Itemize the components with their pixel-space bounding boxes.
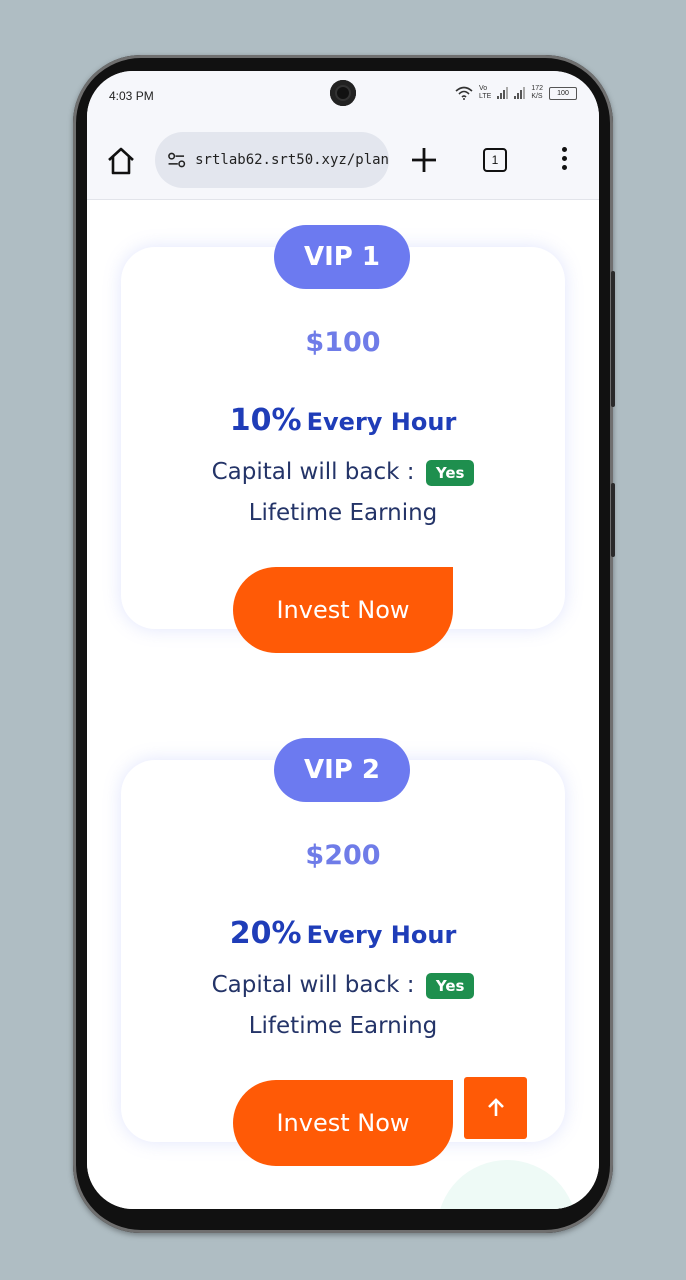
rate-label: Every Hour [306, 921, 457, 949]
front-camera [330, 80, 356, 106]
arrow-up-icon [487, 1098, 504, 1116]
rate-percent: 10% [229, 403, 302, 438]
power-button [611, 271, 615, 407]
battery-icon: 100 [549, 86, 577, 100]
tabs-icon[interactable]: 1 [483, 148, 507, 172]
speed-value: 172 [531, 85, 543, 92]
volte-label: Vo LTE [479, 85, 491, 101]
vip-badge: VIP 2 [274, 738, 410, 802]
rate-percent: 20% [229, 916, 302, 951]
more-vert-icon[interactable] [557, 147, 571, 175]
phone-screen: 4:03 PM Vo LTE 172 K/S 100 srtlab62.srt5… [87, 71, 599, 1209]
volte-top: Vo [478, 85, 488, 92]
lifetime-earning: Lifetime Earning [248, 500, 438, 526]
scroll-to-top-button[interactable] [464, 1077, 527, 1139]
plan-rate: 20% Every Hour [121, 916, 565, 951]
volume-button [611, 483, 615, 557]
page-content: VIP 1 $100 10% Every Hour Capital will b… [87, 200, 599, 1209]
lifetime-earning: Lifetime Earning [248, 1013, 438, 1039]
wifi-icon [455, 86, 473, 100]
url-text[interactable]: srtlab62.srt50.xyz/plan [195, 152, 389, 168]
status-bar: 4:03 PM Vo LTE 172 K/S 100 [87, 71, 599, 121]
capital-yes-badge: Yes [425, 972, 475, 999]
plan-price: $200 [305, 840, 381, 871]
status-time: 4:03 PM [109, 89, 154, 103]
site-settings-icon[interactable] [167, 149, 187, 171]
signal-icon-2 [514, 87, 526, 99]
browser-toolbar: srtlab62.srt50.xyz/plan 1 [87, 121, 599, 200]
speed-unit: K/S [531, 93, 543, 100]
invest-now-button[interactable]: Invest Now [233, 1080, 453, 1166]
capital-back-line: Capital will back : Yes [121, 972, 565, 999]
capital-text: Capital will back : [211, 459, 415, 485]
decorative-blob [437, 1160, 577, 1209]
signal-icon [497, 87, 509, 99]
address-bar[interactable]: srtlab62.srt50.xyz/plan [155, 132, 389, 188]
capital-text: Capital will back : [211, 972, 415, 998]
plus-icon[interactable] [409, 145, 439, 175]
plan-card-vip-1: VIP 1 $100 10% Every Hour Capital will b… [121, 225, 565, 653]
home-icon[interactable] [105, 145, 137, 177]
status-icons: Vo LTE 172 K/S 100 [455, 85, 577, 101]
capital-back-line: Capital will back : Yes [121, 459, 565, 486]
plan-rate: 10% Every Hour [121, 403, 565, 438]
vip-badge: VIP 1 [274, 225, 410, 289]
capital-yes-badge: Yes [425, 459, 475, 486]
invest-now-button[interactable]: Invest Now [233, 567, 453, 653]
rate-label: Every Hour [306, 408, 457, 436]
volte-bottom: LTE [478, 93, 492, 100]
network-speed: 172 K/S [531, 85, 543, 101]
plan-price: $100 [305, 327, 381, 358]
